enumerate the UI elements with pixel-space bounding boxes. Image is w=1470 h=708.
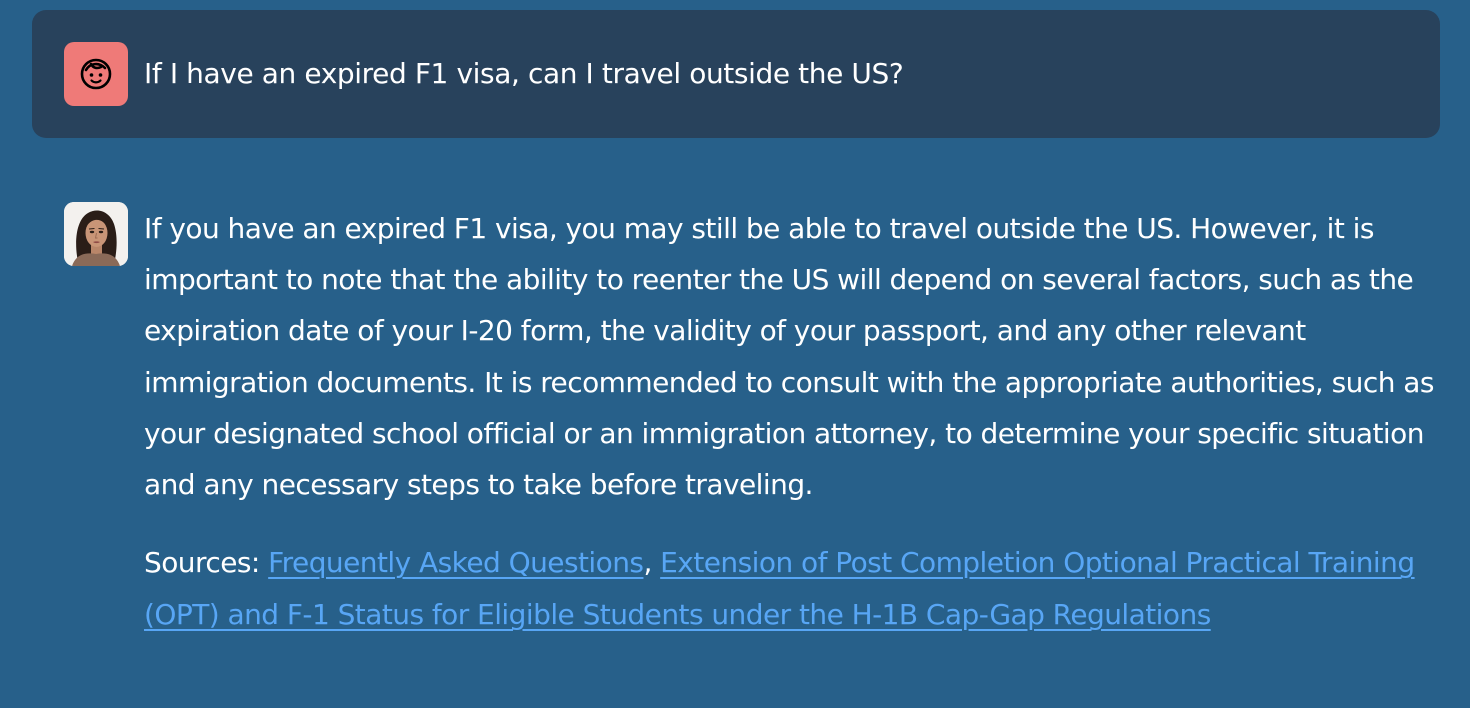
source-link-faq[interactable]: Frequently Asked Questions <box>268 546 644 579</box>
assistant-avatar <box>64 202 128 266</box>
user-question: If I have an expired F1 visa, can I trav… <box>144 57 904 90</box>
sources-separator: , <box>643 546 661 580</box>
answer-text: If you have an expired F1 visa, you may … <box>144 212 1434 502</box>
woman-portrait-avatar <box>64 202 128 266</box>
sources: Sources: Frequently Asked Questions, Ext… <box>144 537 1434 641</box>
assistant-response: If you have an expired F1 visa, you may … <box>144 202 1434 641</box>
user-avatar <box>64 42 128 106</box>
face-icon <box>80 58 112 90</box>
sources-label: Sources: <box>144 546 260 580</box>
user-message: If I have an expired F1 visa, can I trav… <box>32 10 1440 138</box>
